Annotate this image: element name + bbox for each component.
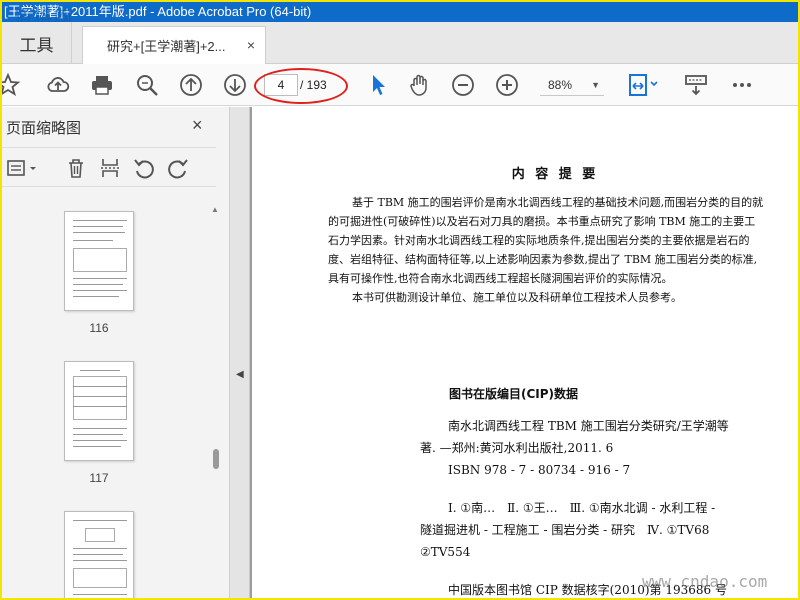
abstract-text: 基于 TBM 施工的围岩评价是南水北调西线工程的基础技术问题,而围岩分类的目的就… xyxy=(328,193,798,307)
delete-icon[interactable] xyxy=(64,156,88,180)
cip-line: 南水北调西线工程 TBM 施工围岩分类研究/王学潮等 xyxy=(448,419,729,433)
cip-line: Ⅰ. ①南… Ⅱ. ①王… Ⅲ. ①南水北调 - 水利工程 - xyxy=(448,501,716,515)
select-arrow-icon[interactable] xyxy=(364,71,392,99)
app-window: [王学潮著]+2011年版.pdf - Adobe Acrobat Pro (6… xyxy=(2,2,798,598)
page-thumbnail[interactable] xyxy=(64,361,134,461)
tab-bar: 工具 研究+[王学潮著]+2... × xyxy=(2,22,798,64)
window-title: [王学潮著]+2011年版.pdf - Adobe Acrobat Pro (6… xyxy=(4,4,312,19)
red-annotation-ellipse xyxy=(254,68,348,104)
more-icon[interactable] xyxy=(728,71,756,99)
split-page-icon[interactable] xyxy=(98,156,122,180)
tab-tools[interactable]: 工具 xyxy=(2,22,72,64)
tab-document[interactable]: 研究+[王学潮著]+2... × xyxy=(82,26,266,64)
abstract-line: 的可掘进性(可破碎性)以及岩石对刀具的磨损。本书重点研究了影响 TBM 施工的主… xyxy=(328,215,756,228)
cip-line: 著. —郑州:黄河水利出版社,2011. 6 xyxy=(420,441,614,455)
thumbnail-label: 117 xyxy=(89,471,109,485)
scroll-mode-icon[interactable] xyxy=(682,71,710,99)
thumbnail-label: 116 xyxy=(89,321,109,335)
star-icon[interactable] xyxy=(2,71,22,99)
tab-document-label: 研究+[王学潮著]+2... xyxy=(107,39,226,54)
zoom-dropdown[interactable]: 88% ▼ xyxy=(540,74,604,96)
scrollbar-thumb[interactable] xyxy=(213,449,219,469)
panel-scrollbar[interactable]: ▲ xyxy=(210,199,222,598)
cip-line: ②TV554 xyxy=(420,545,471,559)
close-panel-icon[interactable]: × xyxy=(192,115,203,136)
chevron-down-icon: ▼ xyxy=(591,80,600,90)
page-thumbnail[interactable] xyxy=(64,511,134,598)
cip-block: 南水北调西线工程 TBM 施工围岩分类研究/王学潮等 著. —郑州:黄河水利出版… xyxy=(420,415,798,598)
cip-line: 中国版本图书馆 CIP 数据核字(2010)第 193686 号 xyxy=(448,583,727,597)
rotate-ccw-icon[interactable] xyxy=(132,156,156,180)
zoom-search-icon[interactable] xyxy=(133,71,161,99)
options-menu-icon[interactable] xyxy=(6,156,40,180)
cip-line: ISBN 978 - 7 - 80734 - 916 - 7 xyxy=(448,463,631,477)
cip-heading: 图书在版编目(CIP)数据 xyxy=(449,387,579,401)
document-view[interactable]: 内 容 提 要 基于 TBM 施工的围岩评价是南水北调西线工程的基础技术问题,而… xyxy=(250,107,798,598)
abstract-line: 石力学因素。针对南水北调西线工程的实际地质条件,提出围岩分类的主要依据是岩石的 xyxy=(328,234,750,247)
abstract-line: 具有可操作性,也符合南水北调西线工程超长隧洞围岩评价的实际情况。 xyxy=(328,272,673,285)
panel-splitter[interactable]: ◀ xyxy=(230,107,250,598)
main-toolbar: 4 / 193 88% ▼ xyxy=(2,64,798,106)
cip-line: 隧道掘进机 - 工程施工 - 围岩分类 - 研究 Ⅳ. ①TV68 xyxy=(420,523,710,537)
scroll-up-icon[interactable]: ▲ xyxy=(211,205,219,214)
panel-toolbar xyxy=(2,147,216,187)
zoom-out-icon[interactable] xyxy=(449,71,477,99)
hand-icon[interactable] xyxy=(406,71,434,99)
page-down-icon[interactable] xyxy=(221,71,249,99)
zoom-value: 88% xyxy=(548,78,573,92)
rotate-cw-icon[interactable] xyxy=(166,156,190,180)
fit-page-icon[interactable] xyxy=(626,71,662,99)
print-icon[interactable] xyxy=(88,71,116,99)
page-up-icon[interactable] xyxy=(177,71,205,99)
thumbnail-list: 116 117 xyxy=(2,199,212,598)
page-thumbnail[interactable] xyxy=(64,211,134,311)
thumbnails-panel: 页面缩略图 × 116 117 ▲ xyxy=(2,107,230,598)
panel-title: 页面缩略图 xyxy=(6,120,82,137)
abstract-line: 基于 TBM 施工的围岩评价是南水北调西线工程的基础技术问题,而围岩分类的目的就 xyxy=(352,196,764,209)
close-tab-icon[interactable]: × xyxy=(247,37,255,53)
page-heading: 内 容 提 要 xyxy=(511,167,599,182)
collapse-panel-icon[interactable]: ◀ xyxy=(236,369,244,380)
zoom-in-icon[interactable] xyxy=(493,71,521,99)
pdf-page: 内 容 提 要 基于 TBM 施工的围岩评价是南水北调西线工程的基础技术问题,而… xyxy=(252,107,798,598)
cloud-upload-icon[interactable] xyxy=(44,71,72,99)
abstract-line: 本书可供勘测设计单位、施工单位以及科研单位工程技术人员参考。 xyxy=(352,291,682,304)
abstract-line: 度、岩组特征、结构面特征等,以上述影响因素为参数,提出了 TBM 施工围岩分类的… xyxy=(328,253,758,266)
title-bar: [王学潮著]+2011年版.pdf - Adobe Acrobat Pro (6… xyxy=(2,2,798,22)
